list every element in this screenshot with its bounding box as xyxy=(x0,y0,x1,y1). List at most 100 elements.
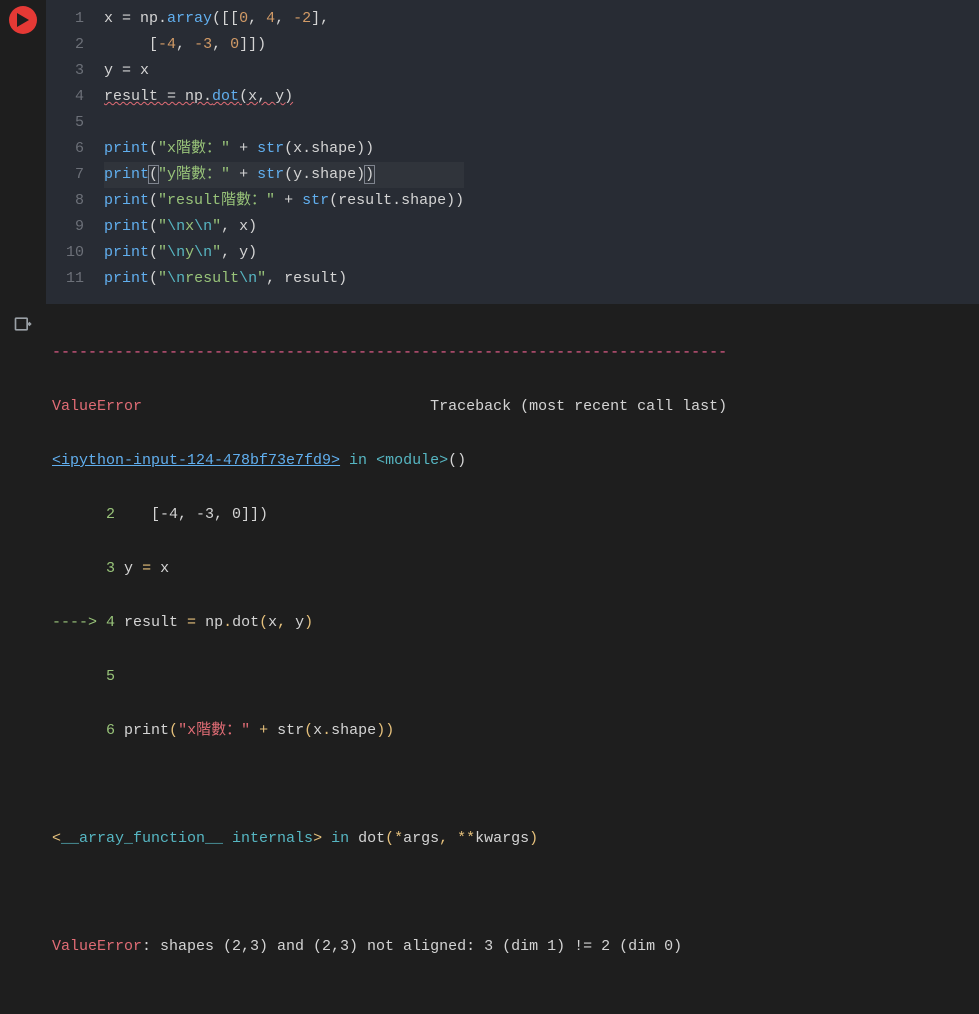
code-text: -2 xyxy=(293,10,311,27)
code-text: "result階數：" xyxy=(158,192,275,209)
code-line[interactable]: print("x階數：" + str(x.shape)) xyxy=(104,136,464,162)
tb-code: "x階數：" xyxy=(178,722,250,739)
traceback-divider: ----------------------------------------… xyxy=(52,339,967,366)
code-line[interactable]: print("\ny\n", y) xyxy=(104,240,464,266)
code-text: , xyxy=(248,10,266,27)
code-body[interactable]: x = np.array([[0, 4, -2], [-4, -3, 0]]) … xyxy=(104,6,464,292)
line-number: 3 xyxy=(66,58,84,84)
code-line[interactable]: y = x xyxy=(104,58,464,84)
output-gutter xyxy=(0,308,46,1014)
code-line[interactable]: print("\nx\n", x) xyxy=(104,214,464,240)
code-line[interactable]: print("result階數：" + str(result.shape)) xyxy=(104,188,464,214)
code-text: 4 xyxy=(266,10,275,27)
module-tail: () xyxy=(448,452,466,469)
func-name: dot xyxy=(358,830,385,847)
code-text: ( xyxy=(149,166,158,183)
code-line[interactable] xyxy=(104,110,464,136)
code-text: result xyxy=(185,270,239,287)
tb-code: np xyxy=(196,614,223,631)
error-name: ValueError xyxy=(52,398,142,415)
traceback-line: 5 xyxy=(52,663,967,690)
code-text: -3 xyxy=(194,36,212,53)
code-text: " xyxy=(212,244,221,261)
code-text: + xyxy=(230,166,257,183)
code-text: ([[ xyxy=(212,10,239,27)
tb-arrow xyxy=(52,722,106,739)
in-label: in xyxy=(340,452,376,469)
code-text: , result) xyxy=(266,270,347,287)
output-icon[interactable] xyxy=(13,314,33,1014)
code-line[interactable]: result = np.dot(x, y) xyxy=(104,84,464,110)
code-text: y = x xyxy=(104,62,149,79)
code-line[interactable]: [-4, -3, 0]]) xyxy=(104,32,464,58)
code-line[interactable]: print("\nresult\n", result) xyxy=(104,266,464,292)
tb-linenum: 6 xyxy=(106,722,115,739)
code-text: "y階數：" xyxy=(158,166,230,183)
code-text: ( xyxy=(149,244,158,261)
tb-code: = xyxy=(142,560,151,577)
code-cell: 1 2 3 4 5 6 7 8 9 10 11 x = np.array([[0… xyxy=(0,0,979,304)
traceback-link[interactable]: <ipython-input-124-478bf73e7fd9> xyxy=(52,452,340,469)
code-text: result = np. xyxy=(104,88,212,105)
tb-code: str xyxy=(268,722,304,739)
tb-code: , xyxy=(277,614,286,631)
play-icon xyxy=(17,13,29,27)
tb-code: x xyxy=(268,614,277,631)
code-text: \n xyxy=(167,218,185,235)
code-text: str xyxy=(257,140,284,157)
blank-line xyxy=(52,771,967,798)
tb-code: . xyxy=(223,614,232,631)
output-body[interactable]: ----------------------------------------… xyxy=(46,308,979,1014)
tb-code: dot xyxy=(232,614,259,631)
tb-code: x xyxy=(313,722,322,739)
traceback-line: 3 y = x xyxy=(52,555,967,582)
code-text: ( xyxy=(149,192,158,209)
code-text: " xyxy=(257,270,266,287)
code-text: y xyxy=(185,244,194,261)
line-number: 5 xyxy=(66,110,84,136)
line-number: 7 xyxy=(66,162,84,188)
code-text: , x) xyxy=(221,218,257,235)
code-text: ( xyxy=(149,270,158,287)
code-text: print xyxy=(104,192,149,209)
code-text: , xyxy=(275,10,293,27)
tb-code: print xyxy=(115,722,169,739)
tb-linenum: 2 xyxy=(106,506,115,523)
traceback-line: 2 [-4, -3, 0]]) xyxy=(52,501,967,528)
line-number: 11 xyxy=(66,266,84,292)
tb-code: ( xyxy=(304,722,313,739)
code-text: " xyxy=(158,244,167,261)
tb-code: ( xyxy=(169,722,178,739)
code-text: 0 xyxy=(239,10,248,27)
expand-output-icon xyxy=(13,314,33,334)
code-text: print xyxy=(104,140,149,157)
code-line-active[interactable]: print("y階數：" + str(y.shape)) xyxy=(104,162,464,188)
code-text: print xyxy=(104,244,149,261)
tb-code: x xyxy=(151,560,169,577)
code-text: " xyxy=(212,218,221,235)
code-editor[interactable]: 1 2 3 4 5 6 7 8 9 10 11 x = np.array([[0… xyxy=(46,0,979,304)
code-line[interactable]: x = np.array([[0, 4, -2], xyxy=(104,6,464,32)
code-text: -4 xyxy=(158,36,176,53)
code-text: print xyxy=(104,218,149,235)
code-text: , y) xyxy=(221,244,257,261)
code-text: 0 xyxy=(230,36,239,53)
code-text: str xyxy=(257,166,284,183)
error-final-msg: : shapes (2,3) and (2,3) not aligned: 3 … xyxy=(142,938,682,955)
tb-code: y xyxy=(124,560,142,577)
error-final-name: ValueError xyxy=(52,938,142,955)
code-text: ]]) xyxy=(239,36,266,53)
code-text: array xyxy=(167,10,212,27)
code-text: \n xyxy=(194,244,212,261)
run-button[interactable] xyxy=(9,6,37,34)
line-number: 4 xyxy=(66,84,84,110)
tb-arrow xyxy=(52,506,106,523)
code-text: (y.shape) xyxy=(284,166,365,183)
tb-code: result xyxy=(115,614,187,631)
code-text: print xyxy=(104,166,149,183)
line-number: 10 xyxy=(66,240,84,266)
code-text: print xyxy=(104,270,149,287)
tb-code: shape xyxy=(331,722,376,739)
tb-code: > xyxy=(313,830,322,847)
line-number-gutter: 1 2 3 4 5 6 7 8 9 10 11 xyxy=(46,6,104,292)
